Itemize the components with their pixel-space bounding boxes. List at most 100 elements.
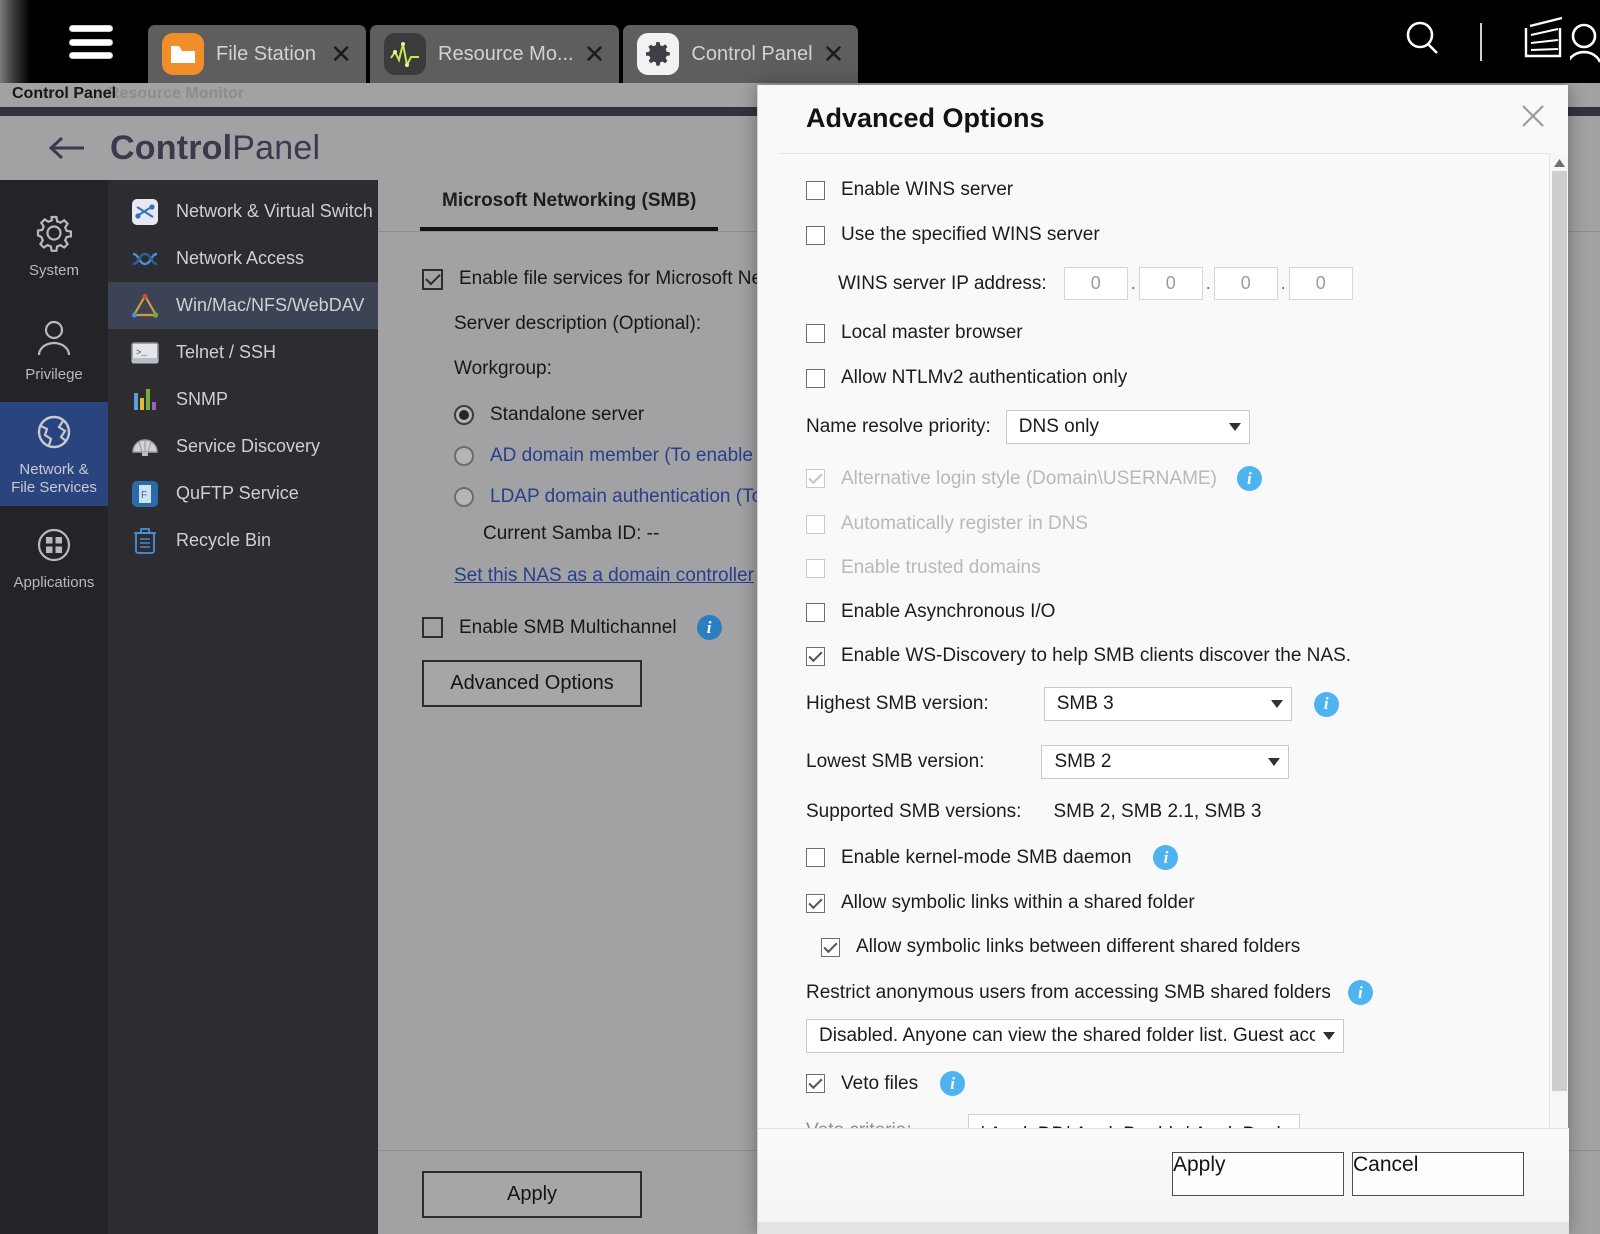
wins-ip-octet-3[interactable]: 0 [1213,267,1278,300]
ftp-icon: F [130,479,160,509]
name-resolve-row: Name resolve priority: DNS only [806,410,1550,444]
subnav-item-service-discovery[interactable]: Service Discovery [108,423,378,470]
notes-icon[interactable] [1516,14,1570,69]
automatically-register-dns-label: Automatically register in DNS [841,513,1089,534]
name-resolve-priority-select[interactable]: DNS only [1005,410,1250,444]
taskbar-tab-control-panel[interactable]: Control Panel ✕ [623,25,859,83]
dialog-scrollbar[interactable] [1549,154,1568,1191]
info-icon[interactable]: i [696,615,722,640]
enable-ws-discovery-checkbox[interactable] [806,646,825,666]
async-io-row: Enable Asynchronous I/O [806,601,1550,623]
info-icon[interactable]: i [1347,980,1373,1005]
subnav-item-label: Telnet / SSH [176,342,277,362]
taskbar-tab-resource-monitor[interactable]: Resource Mo... ✕ [370,25,620,83]
local-master-browser-checkbox[interactable] [806,323,825,343]
enable-asynchronous-io-label: Enable Asynchronous I/O [841,601,1056,622]
veto-files-checkbox[interactable] [806,1074,825,1093]
enable-asynchronous-io-checkbox[interactable] [806,602,825,622]
subnav-item-label: Network Access [176,248,305,268]
scroll-up-arrow-icon[interactable] [1550,154,1569,171]
info-icon[interactable]: i [1153,845,1179,870]
restrict-anonymous-value: Disabled. Anyone can view the shared fol… [819,1025,1315,1046]
background-window-title: Resource Monitor [108,85,245,102]
dialog-body: Enable WINS server Use the specified WIN… [758,154,1550,1191]
main-apply-button[interactable]: Apply [422,1171,642,1218]
scrollbar-thumb[interactable] [1552,171,1567,1091]
advanced-options-button[interactable]: Advanced Options [422,660,642,707]
workgroup-label: Workgroup: [454,358,552,379]
radar-icon [130,432,160,462]
subnav-item-telnet-ssh[interactable]: >_ Telnet / SSH [108,329,378,376]
rail-item-privilege[interactable]: Privilege [0,298,108,402]
subnav-item-network-access[interactable]: Network Access [108,235,378,282]
info-icon[interactable]: i [940,1071,966,1096]
name-resolve-label: Name resolve priority: [806,416,991,437]
radio-standalone-server[interactable] [454,405,474,425]
subnav-item-win-mac-nfs-webdav[interactable]: Win/Mac/NFS/WebDAV [108,282,378,329]
subnav-item-network-virtual-switch[interactable]: Network & Virtual Switch [108,188,378,235]
enable-kernel-mode-smb-checkbox[interactable] [806,848,825,867]
ws-discovery-row: Enable WS-Discovery to help SMB clients … [806,645,1550,667]
rail-item-network-file-services[interactable]: Network & File Services [0,402,108,506]
highest-smb-version-select[interactable]: SMB 3 [1043,687,1292,721]
allow-symlinks-between-checkbox[interactable] [821,937,840,957]
use-specified-wins-label: Use the specified WINS server [841,224,1100,245]
page-title-bold: Control [110,128,233,167]
wins-ip-octet-2[interactable]: 0 [1138,267,1203,300]
back-arrow-icon[interactable] [48,133,88,163]
kernel-mode-row: Enable kernel-mode SMB daemon i [806,845,1550,870]
auto-register-dns-row: Automatically register in DNS [806,513,1550,535]
use-specified-wins-checkbox[interactable] [806,225,825,245]
radio-ad-domain-member[interactable] [454,446,474,466]
highest-smb-label: Highest SMB version: [806,693,989,714]
subnav-item-snmp[interactable]: SNMP [108,376,378,423]
svg-text:F: F [141,490,147,501]
main-apply-row: Apply [422,1171,642,1218]
restrict-anonymous-select[interactable]: Disabled. Anyone can view the shared fol… [806,1019,1344,1053]
subnav-item-quftp-service[interactable]: F QuFTP Service [108,470,378,517]
user-icon[interactable] [1566,14,1600,69]
tab-microsoft-networking-smb[interactable]: Microsoft Networking (SMB) [420,190,719,231]
taskbar-edge-gradient [0,0,30,83]
wins-ip-row: WINS server IP address: 0 . 0 . 0 . 0 [838,267,1550,300]
info-icon[interactable]: i [1236,466,1262,491]
main-menu-button[interactable] [69,25,113,59]
user-icon [34,316,74,358]
wins-ip-octet-1[interactable]: 0 [1063,267,1128,300]
trusted-domains-row: Enable trusted domains [806,557,1550,579]
allow-ntlmv2-checkbox[interactable] [806,368,825,388]
enable-smb-multichannel-checkbox[interactable] [422,617,443,638]
gear-icon [637,33,680,75]
subnav-item-label: Win/Mac/NFS/WebDAV [176,295,365,315]
close-icon[interactable]: ✕ [330,41,352,67]
search-icon[interactable] [1400,16,1446,67]
rail-item-label: Network & File Services [11,461,97,496]
lowest-smb-version-select[interactable]: SMB 2 [1041,745,1290,779]
dialog-apply-button[interactable]: Apply [1172,1152,1344,1196]
enable-wins-server-checkbox[interactable] [806,180,825,200]
close-icon[interactable]: ✕ [584,41,606,67]
set-nas-as-domain-controller-link[interactable]: Set this NAS as a domain controller [454,565,754,587]
dialog-cancel-button[interactable]: Cancel [1352,1152,1524,1196]
wins-ip-octet-4[interactable]: 0 [1288,267,1353,300]
close-icon[interactable]: ✕ [823,41,845,67]
advanced-options-dialog: Advanced Options Enable WINS server Use … [757,85,1569,1234]
supported-smb-value: SMB 2, SMB 2.1, SMB 3 [1053,801,1262,822]
subnav-item-recycle-bin[interactable]: Recycle Bin [108,517,378,564]
radio-ldap-domain-auth[interactable] [454,487,474,507]
ip-separator: . [1130,273,1136,293]
allow-symlinks-within-checkbox[interactable] [806,893,825,913]
taskbar-tab-file-station[interactable]: File Station ✕ [148,25,366,83]
allow-symlinks-between-label: Allow symbolic links between different s… [856,936,1301,957]
close-icon[interactable] [1516,99,1550,133]
globe-icon [33,411,75,453]
restrict-anonymous-select-row: Disabled. Anyone can view the shared fol… [806,1019,1550,1053]
network-switch-icon [130,197,160,227]
enable-file-services-checkbox[interactable] [422,268,443,290]
subnav-item-label: QuFTP Service [176,483,299,503]
rail-item-applications[interactable]: Applications [0,506,108,610]
info-icon[interactable]: i [1313,691,1339,717]
rail-item-system[interactable]: System [0,194,108,298]
enable-wins-server-row: Enable WINS server [806,179,1550,201]
dialog-bottom-strip [758,1222,1569,1234]
